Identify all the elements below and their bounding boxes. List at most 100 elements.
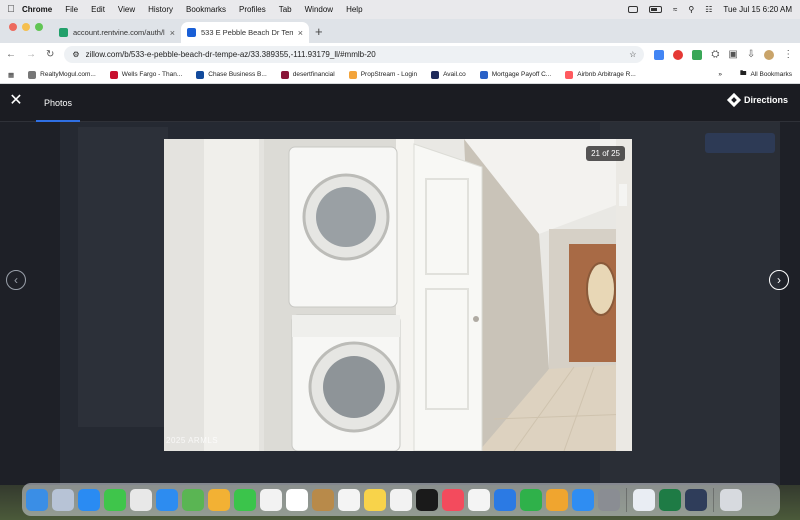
apps-grid-icon[interactable]: ▦ — [8, 71, 14, 79]
download-icon[interactable]: ⇩ — [747, 49, 755, 60]
new-tab-button[interactable]: + — [309, 24, 331, 43]
notes-brown-icon[interactable] — [312, 488, 334, 511]
tab-title: 533 E Pebble Beach Dr Tempe — [201, 28, 293, 37]
menu-bookmarks[interactable]: Bookmarks — [186, 5, 226, 14]
freeform-icon[interactable] — [390, 488, 412, 511]
app-store-icon[interactable] — [572, 488, 594, 511]
site-info-icon[interactable]: ⚙ — [72, 50, 79, 59]
notes-icon[interactable] — [364, 488, 386, 511]
zoom-window-button[interactable] — [35, 23, 43, 31]
reminders-icon[interactable] — [338, 488, 360, 511]
bookmarks-bar: ▦ RealtyMogul.com... Wells Fargo - Than.… — [0, 66, 800, 84]
menu-window[interactable]: Window — [305, 5, 333, 14]
bookmark-mortgage-payoff[interactable]: Mortgage Payoff C... — [479, 70, 551, 79]
trash-icon[interactable] — [720, 488, 742, 511]
mail-icon[interactable] — [156, 488, 178, 511]
facetime-icon[interactable] — [234, 488, 256, 511]
close-tab-icon[interactable]: × — [170, 28, 175, 38]
tab-title: account.rentvine.com/auth/lo — [73, 28, 165, 37]
address-bar[interactable]: ⚙ zillow.com/b/533-e-pebble-beach-dr-tem… — [64, 46, 645, 63]
control-center-icon[interactable]: ☷ — [705, 5, 712, 14]
close-viewer-icon[interactable]: ✕ — [9, 93, 23, 109]
bookmark-chase[interactable]: Chase Business B... — [196, 70, 267, 79]
all-bookmarks-label: All Bookmarks — [750, 71, 792, 78]
menu-help[interactable]: Help — [346, 5, 362, 14]
menu-profiles[interactable]: Profiles — [239, 5, 266, 14]
rentvine-favicon-icon — [59, 28, 68, 37]
system-settings-icon[interactable] — [598, 488, 620, 511]
extension-icon[interactable] — [654, 49, 665, 60]
menu-app-chrome[interactable]: Chrome — [22, 5, 52, 14]
laundry-hallway-photo — [164, 139, 632, 451]
music-icon[interactable] — [442, 488, 464, 511]
menu-edit[interactable]: Edit — [91, 5, 105, 14]
bookmark-label: RealtyMogul.com... — [40, 71, 96, 78]
background-page-image — [78, 127, 168, 427]
finder-icon[interactable] — [26, 488, 48, 511]
photo-watermark: 2025 ARMLS — [166, 436, 219, 445]
maps-icon[interactable] — [182, 488, 204, 511]
dock-separator — [713, 487, 714, 512]
close-tab-icon[interactable]: × — [298, 28, 303, 38]
macos-menu-bar:  Chrome File Edit View History Bookmark… — [0, 0, 800, 19]
tab-rentvine[interactable]: account.rentvine.com/auth/lo × — [53, 22, 181, 43]
reload-icon[interactable]: ↻ — [46, 49, 54, 60]
menu-tab[interactable]: Tab — [279, 5, 292, 14]
launchpad-icon[interactable] — [52, 488, 74, 511]
safari-icon[interactable] — [78, 488, 100, 511]
bookmark-label: desertfinancial — [292, 71, 335, 78]
extension-icon[interactable] — [673, 49, 684, 60]
forward-icon[interactable]: → — [26, 49, 36, 60]
bookmark-label: Chase Business B... — [208, 71, 267, 78]
photos-icon[interactable] — [208, 488, 230, 511]
url-text[interactable]: zillow.com/b/533-e-pebble-beach-dr-tempe… — [86, 50, 624, 59]
tv-icon[interactable] — [416, 488, 438, 511]
clock-text[interactable]: Tue Jul 15 6:20 AM — [723, 5, 792, 14]
back-icon[interactable]: ← — [6, 49, 16, 60]
bookmark-realtymogul[interactable]: RealtyMogul.com... — [28, 70, 96, 79]
preview-icon[interactable] — [633, 488, 655, 511]
apple-icon[interactable]:  — [0, 4, 22, 15]
all-bookmarks[interactable]: » 🖿 All Bookmarks — [718, 69, 792, 80]
menu-history[interactable]: History — [148, 5, 173, 14]
tab-photos[interactable]: Photos — [36, 85, 80, 122]
messages-icon[interactable] — [104, 488, 126, 511]
minimize-window-button[interactable] — [22, 23, 30, 31]
bookmark-favicon-icon — [196, 70, 205, 79]
quicktime-icon[interactable] — [685, 488, 707, 511]
bookmark-label: PropStream - Login — [360, 71, 418, 78]
bookmark-propstream[interactable]: PropStream - Login — [348, 70, 418, 79]
messages-status-icon[interactable] — [627, 6, 638, 13]
keynote-icon[interactable] — [494, 488, 516, 511]
wifi-icon[interactable]: ≈ — [673, 5, 677, 14]
tab-zillow[interactable]: 533 E Pebble Beach Dr Tempe × — [181, 22, 309, 43]
chevron-right-icon[interactable]: » — [718, 71, 722, 78]
bookmark-desertfinancial[interactable]: desertfinancial — [280, 70, 335, 79]
spotlight-icon[interactable]: ⚲ — [688, 5, 694, 14]
battery-icon[interactable] — [648, 6, 662, 13]
next-photo-button[interactable]: › — [769, 270, 789, 290]
pages-icon[interactable] — [546, 488, 568, 511]
directions-button[interactable]: Directions — [726, 92, 788, 108]
dock-separator — [626, 487, 627, 512]
bookmark-wells-fargo[interactable]: Wells Fargo - Than... — [109, 70, 182, 79]
excel-icon[interactable] — [659, 488, 681, 511]
clock-icon[interactable] — [260, 488, 282, 511]
numbers-icon[interactable] — [520, 488, 542, 511]
bookmark-star-icon[interactable]: ☆ — [629, 50, 636, 59]
close-window-button[interactable] — [9, 23, 17, 31]
bookmark-avail[interactable]: Avail.co — [431, 70, 466, 79]
chrome-icon[interactable] — [130, 488, 152, 511]
extensions-puzzle-icon[interactable]: ⛭ — [711, 49, 719, 60]
side-panel-icon[interactable]: ▣ — [728, 49, 737, 60]
bookmark-airbnb-arbitrage[interactable]: Airbnb Arbitrage R... — [565, 70, 636, 79]
news-icon[interactable] — [468, 488, 490, 511]
more-menu-icon[interactable]: ⋮ — [783, 49, 793, 60]
extension-icon[interactable] — [692, 49, 703, 60]
menu-file[interactable]: File — [65, 5, 78, 14]
calendar-icon[interactable] — [286, 488, 308, 511]
photo-viewer: ✕ Photos Directions ‹ › 21 of 25 2025 AR… — [0, 85, 800, 485]
profile-avatar[interactable] — [764, 49, 775, 60]
previous-photo-button[interactable]: ‹ — [6, 270, 26, 290]
menu-view[interactable]: View — [118, 5, 135, 14]
